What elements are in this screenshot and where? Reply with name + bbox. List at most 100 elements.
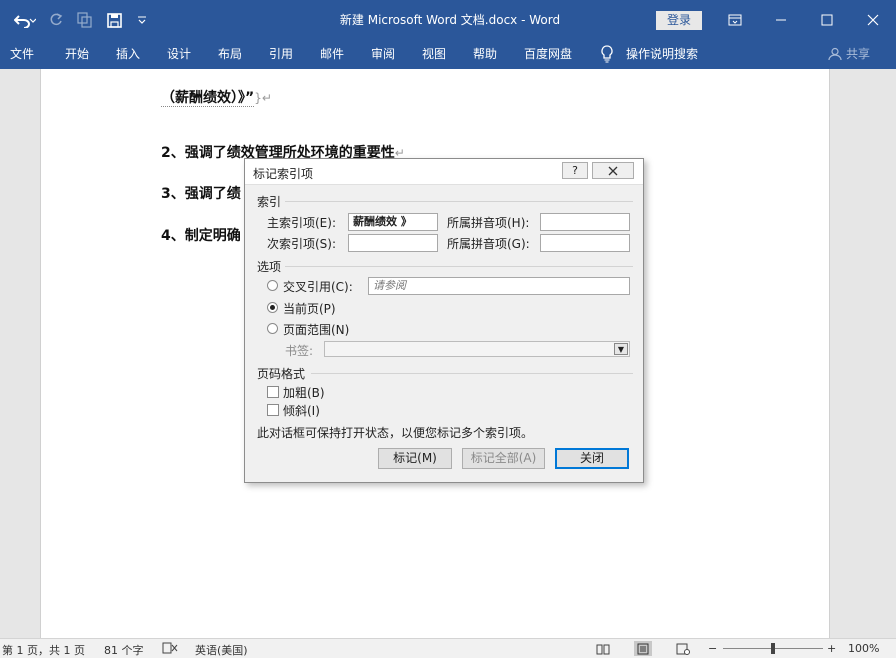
zoom-level[interactable]: 100% (848, 642, 879, 655)
main-pinyin-input[interactable] (540, 213, 630, 231)
mark-button[interactable]: 标记(M) (378, 448, 452, 469)
minimize-icon (776, 19, 786, 21)
section-options: 选项 (257, 260, 282, 274)
word-count[interactable]: 81 个字 (104, 642, 144, 658)
page-count[interactable]: 第 1 页，共 1 页 (2, 642, 85, 658)
close-icon (608, 166, 618, 175)
bookmark-label: 书签: (285, 344, 314, 358)
proofing-icon[interactable] (162, 641, 178, 658)
section-page-format: 页码格式 (257, 367, 306, 381)
close-window-button[interactable] (858, 8, 888, 32)
main-entry-label: 主索引项(E): (267, 216, 336, 230)
login-button[interactable]: 登录 (656, 11, 702, 30)
lightbulb-icon (598, 44, 616, 64)
print-layout-button[interactable] (634, 641, 652, 656)
save-icon (106, 12, 122, 28)
print-layout-icon (637, 643, 649, 654)
tab-file[interactable]: 文件 (10, 45, 34, 63)
read-mode-button[interactable] (594, 641, 612, 656)
main-pinyin-label: 所属拼音项(H): (447, 216, 530, 230)
italic-checkbox[interactable] (267, 404, 279, 416)
current-page-radio[interactable] (267, 302, 278, 313)
tab-review[interactable]: 审阅 (371, 45, 395, 63)
zoom-slider-thumb[interactable] (771, 643, 775, 654)
language-indicator[interactable]: 英语(美国) (195, 642, 248, 658)
dialog-close-button[interactable] (592, 162, 634, 179)
tab-mailings[interactable]: 邮件 (320, 45, 344, 63)
bold-label: 加粗(B) (283, 386, 325, 400)
chevron-down-icon: ▼ (614, 343, 628, 355)
close-icon (867, 14, 879, 26)
xe-field-brace: } (254, 91, 262, 105)
bold-checkbox[interactable] (267, 386, 279, 398)
save-button[interactable] (104, 10, 124, 30)
web-layout-icon (676, 643, 690, 655)
doc-line-4[interactable]: 4、制定明确 (161, 225, 241, 245)
tab-home[interactable]: 开始 (65, 45, 89, 63)
divider (285, 266, 633, 267)
dialog-info-text: 此对话框可保持打开状态，以便您标记多个索引项。 (257, 426, 534, 440)
tab-baidu-netdisk[interactable]: 百度网盘 (524, 45, 572, 63)
help-button[interactable]: ? (562, 162, 588, 179)
tab-help[interactable]: 帮助 (473, 45, 497, 63)
dialog-title: 标记索引项 (253, 167, 314, 181)
zoom-out-button[interactable]: − (708, 642, 717, 655)
doc-line-4-text: 4、制定明确 (161, 228, 241, 244)
doc-line-1[interactable]: （薪酬绩效）》”}↵ (161, 87, 272, 107)
copy-icon (77, 12, 92, 28)
copy-button[interactable] (74, 10, 96, 30)
redo-button[interactable] (46, 10, 66, 30)
share-label: 共享 (846, 47, 871, 61)
close-dialog-button[interactable]: 关闭 (555, 448, 629, 469)
tab-references[interactable]: 引用 (269, 45, 293, 63)
divider (285, 201, 633, 202)
tell-me-search[interactable]: 操作说明搜索 (626, 45, 698, 63)
ribbon-tabs: 文件 开始 插入 设计 布局 引用 邮件 审阅 视图 帮助 百度网盘 操作说明搜… (0, 40, 896, 69)
paragraph-mark-icon: ↵ (261, 91, 272, 105)
doc-line-3[interactable]: 3、强调了绩 (161, 183, 241, 203)
bookmark-select[interactable]: ▼ (324, 341, 630, 357)
divider (311, 373, 633, 374)
page-range-label: 页面范围(N) (283, 323, 350, 337)
window-title: 新建 Microsoft Word 文档.docx - Word (339, 13, 561, 27)
dialog-title-bar[interactable]: 标记索引项 ? (245, 159, 643, 185)
status-bar: 第 1 页，共 1 页 81 个字 英语(美国) − + 100% (0, 638, 896, 658)
mark-index-entry-dialog: 标记索引项 ? 索引 主索引项(E): 薪酬绩效 》 所属拼音项(H): 次索引… (244, 158, 644, 483)
italic-label: 倾斜(I) (283, 404, 320, 418)
tab-layout[interactable]: 布局 (218, 45, 242, 63)
mark-all-button[interactable]: 标记全部(A) (462, 448, 545, 469)
cross-reference-radio[interactable] (267, 280, 278, 291)
minimize-button[interactable] (766, 8, 796, 32)
web-layout-button[interactable] (674, 641, 692, 656)
tab-design[interactable]: 设计 (167, 45, 191, 63)
sub-pinyin-label: 所属拼音项(G): (447, 237, 530, 251)
ribbon-display-options-button[interactable] (720, 8, 750, 32)
page-range-radio[interactable] (267, 323, 278, 334)
sub-pinyin-input[interactable] (540, 234, 630, 252)
main-entry-input[interactable]: 薪酬绩效 》 (348, 213, 438, 231)
tab-view[interactable]: 视图 (422, 45, 446, 63)
doc-line-1-text: （薪酬绩效）》” (161, 90, 255, 107)
ribbon-display-icon (728, 14, 742, 26)
help-icon: ? (572, 164, 578, 177)
sub-entry-label: 次索引项(S): (267, 237, 337, 251)
undo-icon (14, 15, 36, 28)
section-index: 索引 (257, 195, 282, 209)
book-icon (596, 644, 610, 654)
current-page-label: 当前页(P) (283, 302, 336, 316)
share-button[interactable]: 共享 (828, 45, 870, 62)
cross-reference-input[interactable]: 请参阅 (368, 277, 630, 295)
sub-entry-input[interactable] (348, 234, 438, 252)
cross-reference-label: 交叉引用(C): (283, 280, 353, 294)
person-icon (828, 47, 842, 60)
tab-insert[interactable]: 插入 (116, 45, 140, 63)
redo-icon (50, 13, 63, 26)
maximize-button[interactable] (812, 8, 842, 32)
doc-line-3-text: 3、强调了绩 (161, 186, 241, 202)
title-bar: 新建 Microsoft Word 文档.docx - Word 登录 (0, 0, 896, 40)
maximize-icon (821, 14, 833, 26)
customize-toolbar-button[interactable] (134, 10, 150, 30)
zoom-in-button[interactable]: + (827, 642, 836, 655)
chevron-down-icon (138, 16, 146, 24)
undo-button[interactable] (10, 10, 40, 30)
